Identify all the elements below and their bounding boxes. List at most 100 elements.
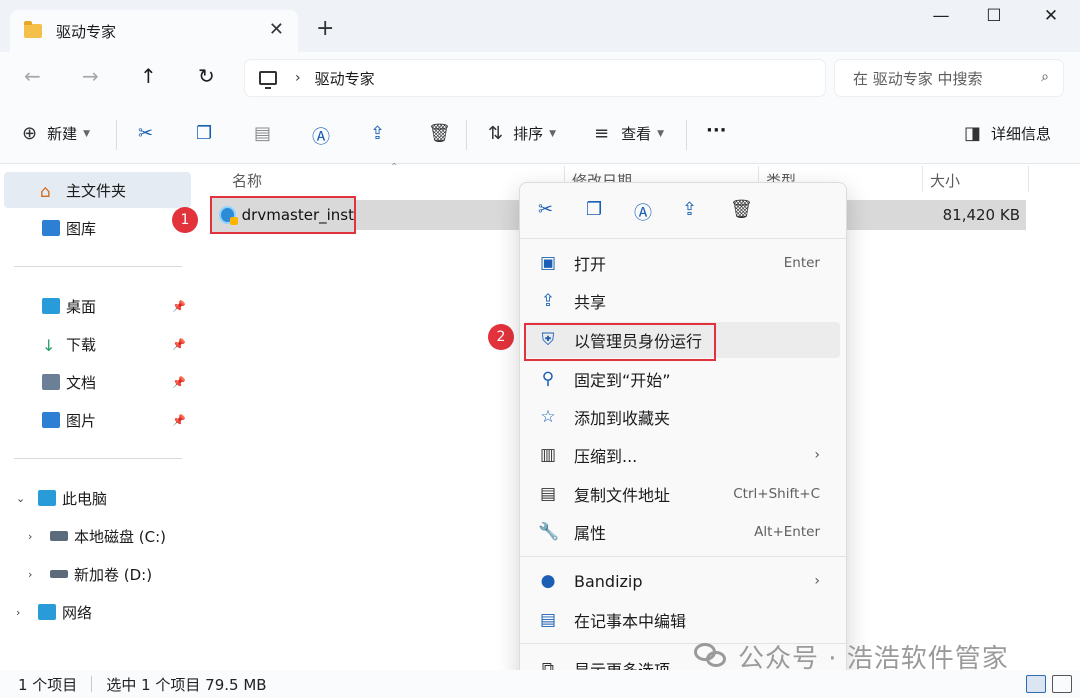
pin-icon[interactable]: 📌: [172, 300, 186, 313]
run-as-admin-highlight: [524, 323, 716, 361]
sidebar-item-desktop[interactable]: 桌面 📌: [0, 288, 194, 324]
new-label: 新建: [47, 125, 78, 143]
minimize-button[interactable]: —: [918, 6, 964, 32]
address-bar[interactable]: › 驱动专家: [245, 60, 825, 96]
menu-item-compress[interactable]: ▥ 压缩到... ›: [526, 437, 840, 473]
status-bar: 1 个项目 选中 1 个项目 79.5 MB: [0, 670, 1080, 698]
paste-button[interactable]: ▤: [254, 123, 271, 144]
tab-close-icon[interactable]: ✕: [269, 19, 284, 40]
item-count: 1 个项目: [18, 675, 78, 694]
menu-item-open[interactable]: ▣ 打开 Enter: [526, 245, 840, 281]
up-icon[interactable]: ↑: [140, 64, 157, 88]
copy-icon[interactable]: ❐: [586, 199, 602, 220]
details-view-icon[interactable]: [1026, 675, 1046, 693]
drive-icon: [50, 570, 68, 578]
new-button[interactable]: ⊕ 新建 ▼: [22, 123, 90, 144]
column-header-size[interactable]: 大小: [930, 170, 960, 191]
sidebar-item-documents[interactable]: 文档 📌: [0, 364, 194, 400]
sort-label: 排序: [513, 125, 544, 143]
view-icon: ≡: [594, 123, 610, 144]
sidebar-item-drive-c[interactable]: › 本地磁盘 (C:): [0, 518, 194, 554]
menu-item-pin-to-start[interactable]: ⚲ 固定到“开始”: [526, 361, 840, 397]
details-button[interactable]: ◨ 详细信息: [964, 123, 1051, 144]
sidebar-divider: [14, 266, 182, 267]
tab-drive-expert[interactable]: 驱动专家 ✕: [10, 10, 298, 52]
rename-icon[interactable]: Ⓐ: [634, 199, 652, 225]
toolbar-divider: [116, 120, 117, 150]
cut-icon[interactable]: ✂: [538, 199, 553, 220]
navigation-bar: ← → ↑ ↻ › 驱动专家 在 驱动专家 中搜索 ⌕: [0, 52, 1080, 106]
breadcrumb-chevron-icon[interactable]: ›: [295, 70, 301, 86]
menu-item-label: 共享: [574, 293, 607, 312]
view-button[interactable]: ≡ 查看 ▼: [594, 123, 664, 144]
menu-shortcut: Ctrl+Shift+C: [733, 486, 820, 502]
menu-item-edit-notepad[interactable]: ▤ 在记事本中编辑: [526, 602, 840, 638]
pin-icon[interactable]: 📌: [172, 338, 186, 351]
more-button[interactable]: ···: [706, 120, 727, 141]
menu-item-label: 固定到“开始”: [574, 371, 671, 390]
menu-item-copy-path[interactable]: ▤ 复制文件地址 Ctrl+Shift+C: [526, 476, 840, 512]
chevron-right-icon: ›: [814, 573, 820, 589]
column-header-name[interactable]: 名称: [232, 170, 262, 191]
paste-icon: ▤: [254, 123, 272, 144]
notepad-icon: ▤: [539, 610, 557, 630]
forward-icon[interactable]: →: [82, 64, 99, 88]
status-divider: [91, 676, 93, 692]
view-label: 查看: [621, 125, 652, 143]
sidebar-item-network[interactable]: › 网络: [0, 594, 194, 630]
chevron-right-icon[interactable]: ›: [28, 530, 40, 543]
details-pane-icon: ◨: [964, 123, 982, 144]
back-icon[interactable]: ←: [24, 64, 41, 88]
delete-button[interactable]: 🗑: [428, 123, 451, 144]
menu-item-properties[interactable]: 🔧 属性 Alt+Enter: [526, 514, 840, 550]
chevron-right-icon[interactable]: ›: [16, 606, 28, 619]
search-input[interactable]: 在 驱动专家 中搜索 ⌕: [835, 60, 1063, 96]
sidebar-item-downloads[interactable]: ↓ 下载 📌: [0, 326, 194, 362]
rename-button[interactable]: Ⓐ: [312, 123, 330, 149]
share-icon[interactable]: ⇪: [682, 199, 697, 220]
refresh-icon[interactable]: ↻: [198, 64, 215, 88]
column-divider[interactable]: [922, 166, 923, 192]
cut-button[interactable]: ✂: [138, 123, 153, 144]
menu-item-add-favorites[interactable]: ☆ 添加到收藏夹: [526, 399, 840, 435]
sidebar-item-label: 网络: [62, 603, 93, 622]
navigation-pane: ⌂ 主文件夹 图库 桌面 📌 ↓ 下载 📌 文档 📌 图片 📌 ⌄ 此电脑 › …: [0, 164, 194, 670]
sidebar-item-drive-d[interactable]: › 新加卷 (D:): [0, 556, 194, 592]
trash-icon: 🗑: [428, 123, 451, 144]
share-icon: ⇪: [540, 291, 556, 311]
home-icon: ⌂: [40, 182, 51, 202]
context-quick-actions: ✂ ❐ Ⓐ ⇪ 🗑: [520, 183, 846, 239]
file-item-drvmaster[interactable]: drvmaster_inst: [210, 196, 356, 234]
sort-button[interactable]: ⇅ 排序 ▼: [488, 123, 556, 144]
maximize-button[interactable]: ☐: [971, 6, 1017, 32]
sidebar-item-this-pc[interactable]: ⌄ 此电脑: [0, 480, 194, 516]
sidebar-item-gallery[interactable]: 图库: [0, 210, 194, 246]
sidebar-item-pictures[interactable]: 图片 📌: [0, 402, 194, 438]
new-tab-button[interactable]: +: [316, 16, 334, 41]
menu-divider: [520, 556, 846, 557]
menu-item-bandizip[interactable]: ● Bandizip ›: [526, 563, 840, 599]
breadcrumb[interactable]: 驱动专家: [315, 68, 375, 89]
sidebar-item-label: 桌面: [66, 297, 97, 316]
trash-icon[interactable]: 🗑: [730, 199, 753, 220]
menu-item-label: 压缩到...: [574, 447, 638, 466]
share-button[interactable]: ⇪: [370, 123, 385, 144]
menu-item-label: 属性: [574, 524, 607, 543]
chevron-down-icon[interactable]: ⌄: [16, 492, 28, 505]
search-icon[interactable]: ⌕: [1041, 69, 1049, 85]
pin-icon[interactable]: 📌: [172, 376, 186, 389]
file-name: drvmaster_inst: [241, 206, 354, 224]
title-bar: 驱动专家 ✕ + — ☐ ✕: [0, 0, 1080, 52]
copy-icon: ❐: [196, 123, 213, 144]
copy-button[interactable]: ❐: [196, 123, 212, 144]
pin-icon[interactable]: 📌: [172, 414, 186, 427]
folder-icon: [24, 21, 42, 38]
tab-title: 驱动专家: [56, 22, 117, 41]
column-divider[interactable]: [1028, 166, 1029, 192]
document-icon: [42, 374, 60, 390]
chevron-right-icon[interactable]: ›: [28, 568, 40, 581]
sidebar-item-home[interactable]: ⌂ 主文件夹: [4, 172, 191, 208]
menu-item-share[interactable]: ⇪ 共享: [526, 283, 840, 319]
tiles-view-icon[interactable]: [1052, 675, 1072, 693]
close-button[interactable]: ✕: [1028, 6, 1074, 32]
